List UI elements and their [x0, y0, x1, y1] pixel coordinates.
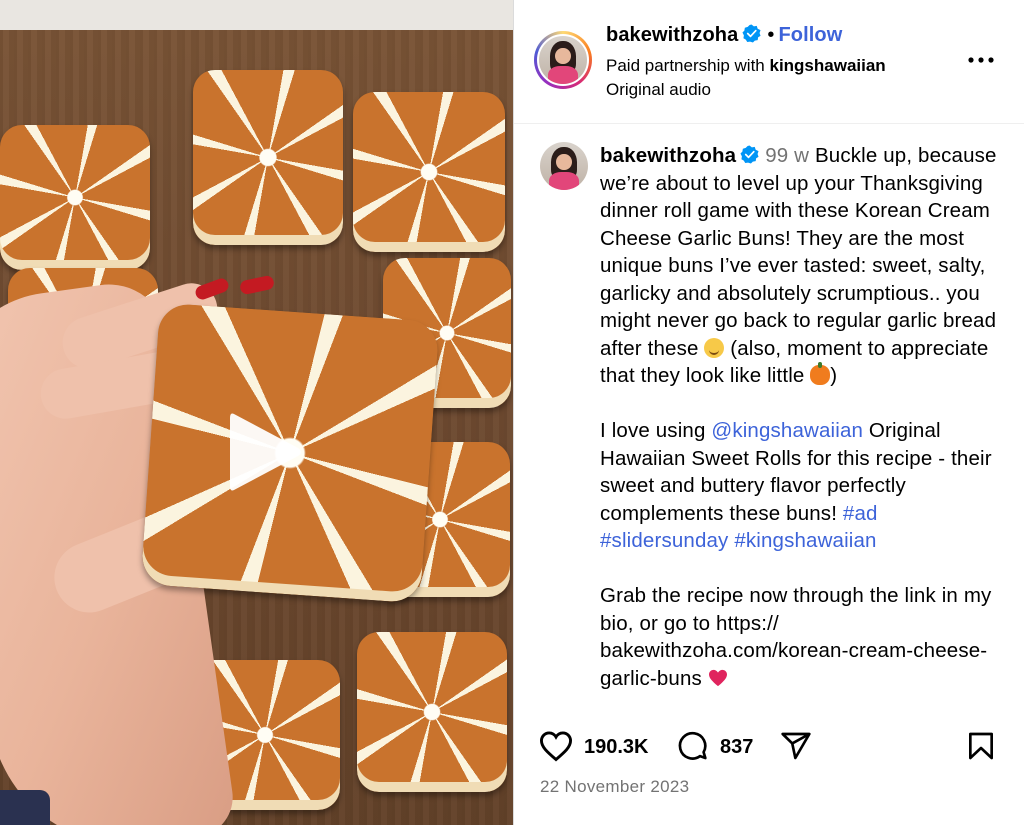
- bun-image: [193, 70, 343, 245]
- play-button[interactable]: [212, 402, 312, 502]
- avatar: [537, 34, 589, 86]
- story-ring[interactable]: [534, 31, 592, 89]
- caption-paragraph-3: Grab the recipe now through the link in …: [600, 584, 992, 690]
- like-count[interactable]: 190.3K: [584, 736, 649, 759]
- separator-dot: •: [767, 24, 775, 46]
- audio-link[interactable]: Original audio: [606, 80, 711, 100]
- caption-area[interactable]: bakewithzoha 99 w Buckle up, because we’…: [514, 124, 1024, 709]
- header-username[interactable]: bakewithzoha: [606, 24, 738, 46]
- bun-image: [357, 632, 507, 792]
- verified-badge-icon: [742, 24, 761, 43]
- more-horizontal-icon[interactable]: [967, 48, 995, 72]
- sleeve-image: [0, 790, 50, 825]
- post-header: bakewithzoha • Follow Paid partnership wi…: [514, 0, 1024, 124]
- partner-link[interactable]: kingshawaiian: [769, 56, 885, 75]
- caption-paragraph-1-end: ): [830, 364, 838, 387]
- post-media-video[interactable]: [0, 0, 513, 825]
- red-heart-emoji: [708, 669, 727, 686]
- post-actions: 190.3K 837: [514, 722, 1024, 772]
- post-time[interactable]: 99 w: [765, 144, 809, 167]
- mention-link[interactable]: @kingshawaiian: [711, 419, 863, 442]
- relieved-face-emoji: [704, 337, 725, 358]
- media-top-strip: [0, 0, 513, 30]
- follow-button[interactable]: Follow: [778, 24, 842, 46]
- caption-paragraph-2a: I love using: [600, 419, 712, 442]
- bookmark-icon[interactable]: [964, 730, 998, 762]
- caption-text: bakewithzoha 99 w Buckle up, because we’…: [600, 142, 1000, 709]
- caption-avatar[interactable]: [540, 142, 588, 190]
- post-panel: bakewithzoha • Follow Paid partnership wi…: [513, 0, 1024, 825]
- verified-badge-icon: [740, 145, 759, 164]
- hashtag-link[interactable]: #kingshawaiian: [734, 529, 876, 552]
- play-icon: [230, 413, 301, 491]
- caption-username[interactable]: bakewithzoha: [600, 144, 736, 167]
- caption-paragraph-1: Buckle up, because we’re about to level …: [600, 144, 997, 360]
- comment-count[interactable]: 837: [720, 736, 753, 759]
- post-date[interactable]: 22 November 2023: [540, 777, 689, 797]
- hashtag-link[interactable]: #ad: [843, 502, 878, 525]
- comment-icon[interactable]: [674, 730, 710, 762]
- hashtag-link[interactable]: #slidersunday: [600, 529, 728, 552]
- heart-icon[interactable]: [538, 730, 574, 762]
- pumpkin-emoji: [810, 362, 831, 385]
- bun-image: [0, 125, 150, 270]
- bun-image: [353, 92, 505, 252]
- share-icon[interactable]: [778, 730, 814, 762]
- partnership-prefix: Paid partnership with: [606, 56, 770, 75]
- header-username-row: bakewithzoha • Follow: [606, 24, 842, 47]
- partnership-line: Paid partnership with kingshawaiian: [606, 56, 886, 76]
